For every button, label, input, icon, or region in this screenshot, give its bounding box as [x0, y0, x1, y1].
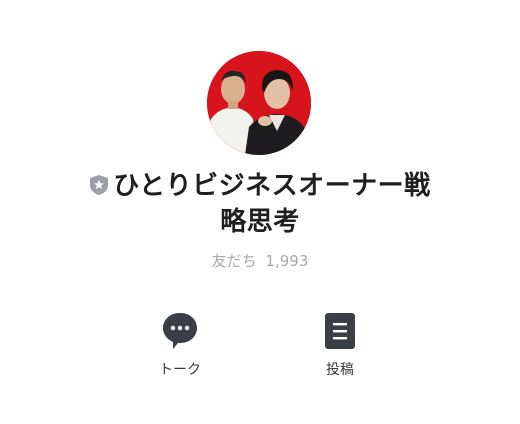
avatar-photo	[207, 51, 311, 155]
friends-count: 友だち 1,993	[0, 250, 520, 271]
post-button[interactable]: 投稿	[300, 311, 380, 379]
profile-name: ひとりビジネスオーナー戦 略思考	[40, 168, 480, 240]
profile-avatar[interactable]	[207, 51, 311, 155]
shield-star-icon	[90, 175, 109, 195]
post-document-icon	[325, 313, 355, 349]
friends-number: 1,993	[265, 252, 309, 270]
profile-name-line2: 略思考	[220, 207, 300, 237]
talk-button[interactable]: トーク	[140, 311, 220, 379]
profile-name-line1: ひとりビジネスオーナー戦	[113, 171, 431, 201]
friends-label: 友だち	[211, 252, 257, 270]
talk-label: トーク	[159, 362, 201, 378]
chat-bubble-icon	[163, 313, 197, 349]
post-label: 投稿	[326, 362, 354, 378]
